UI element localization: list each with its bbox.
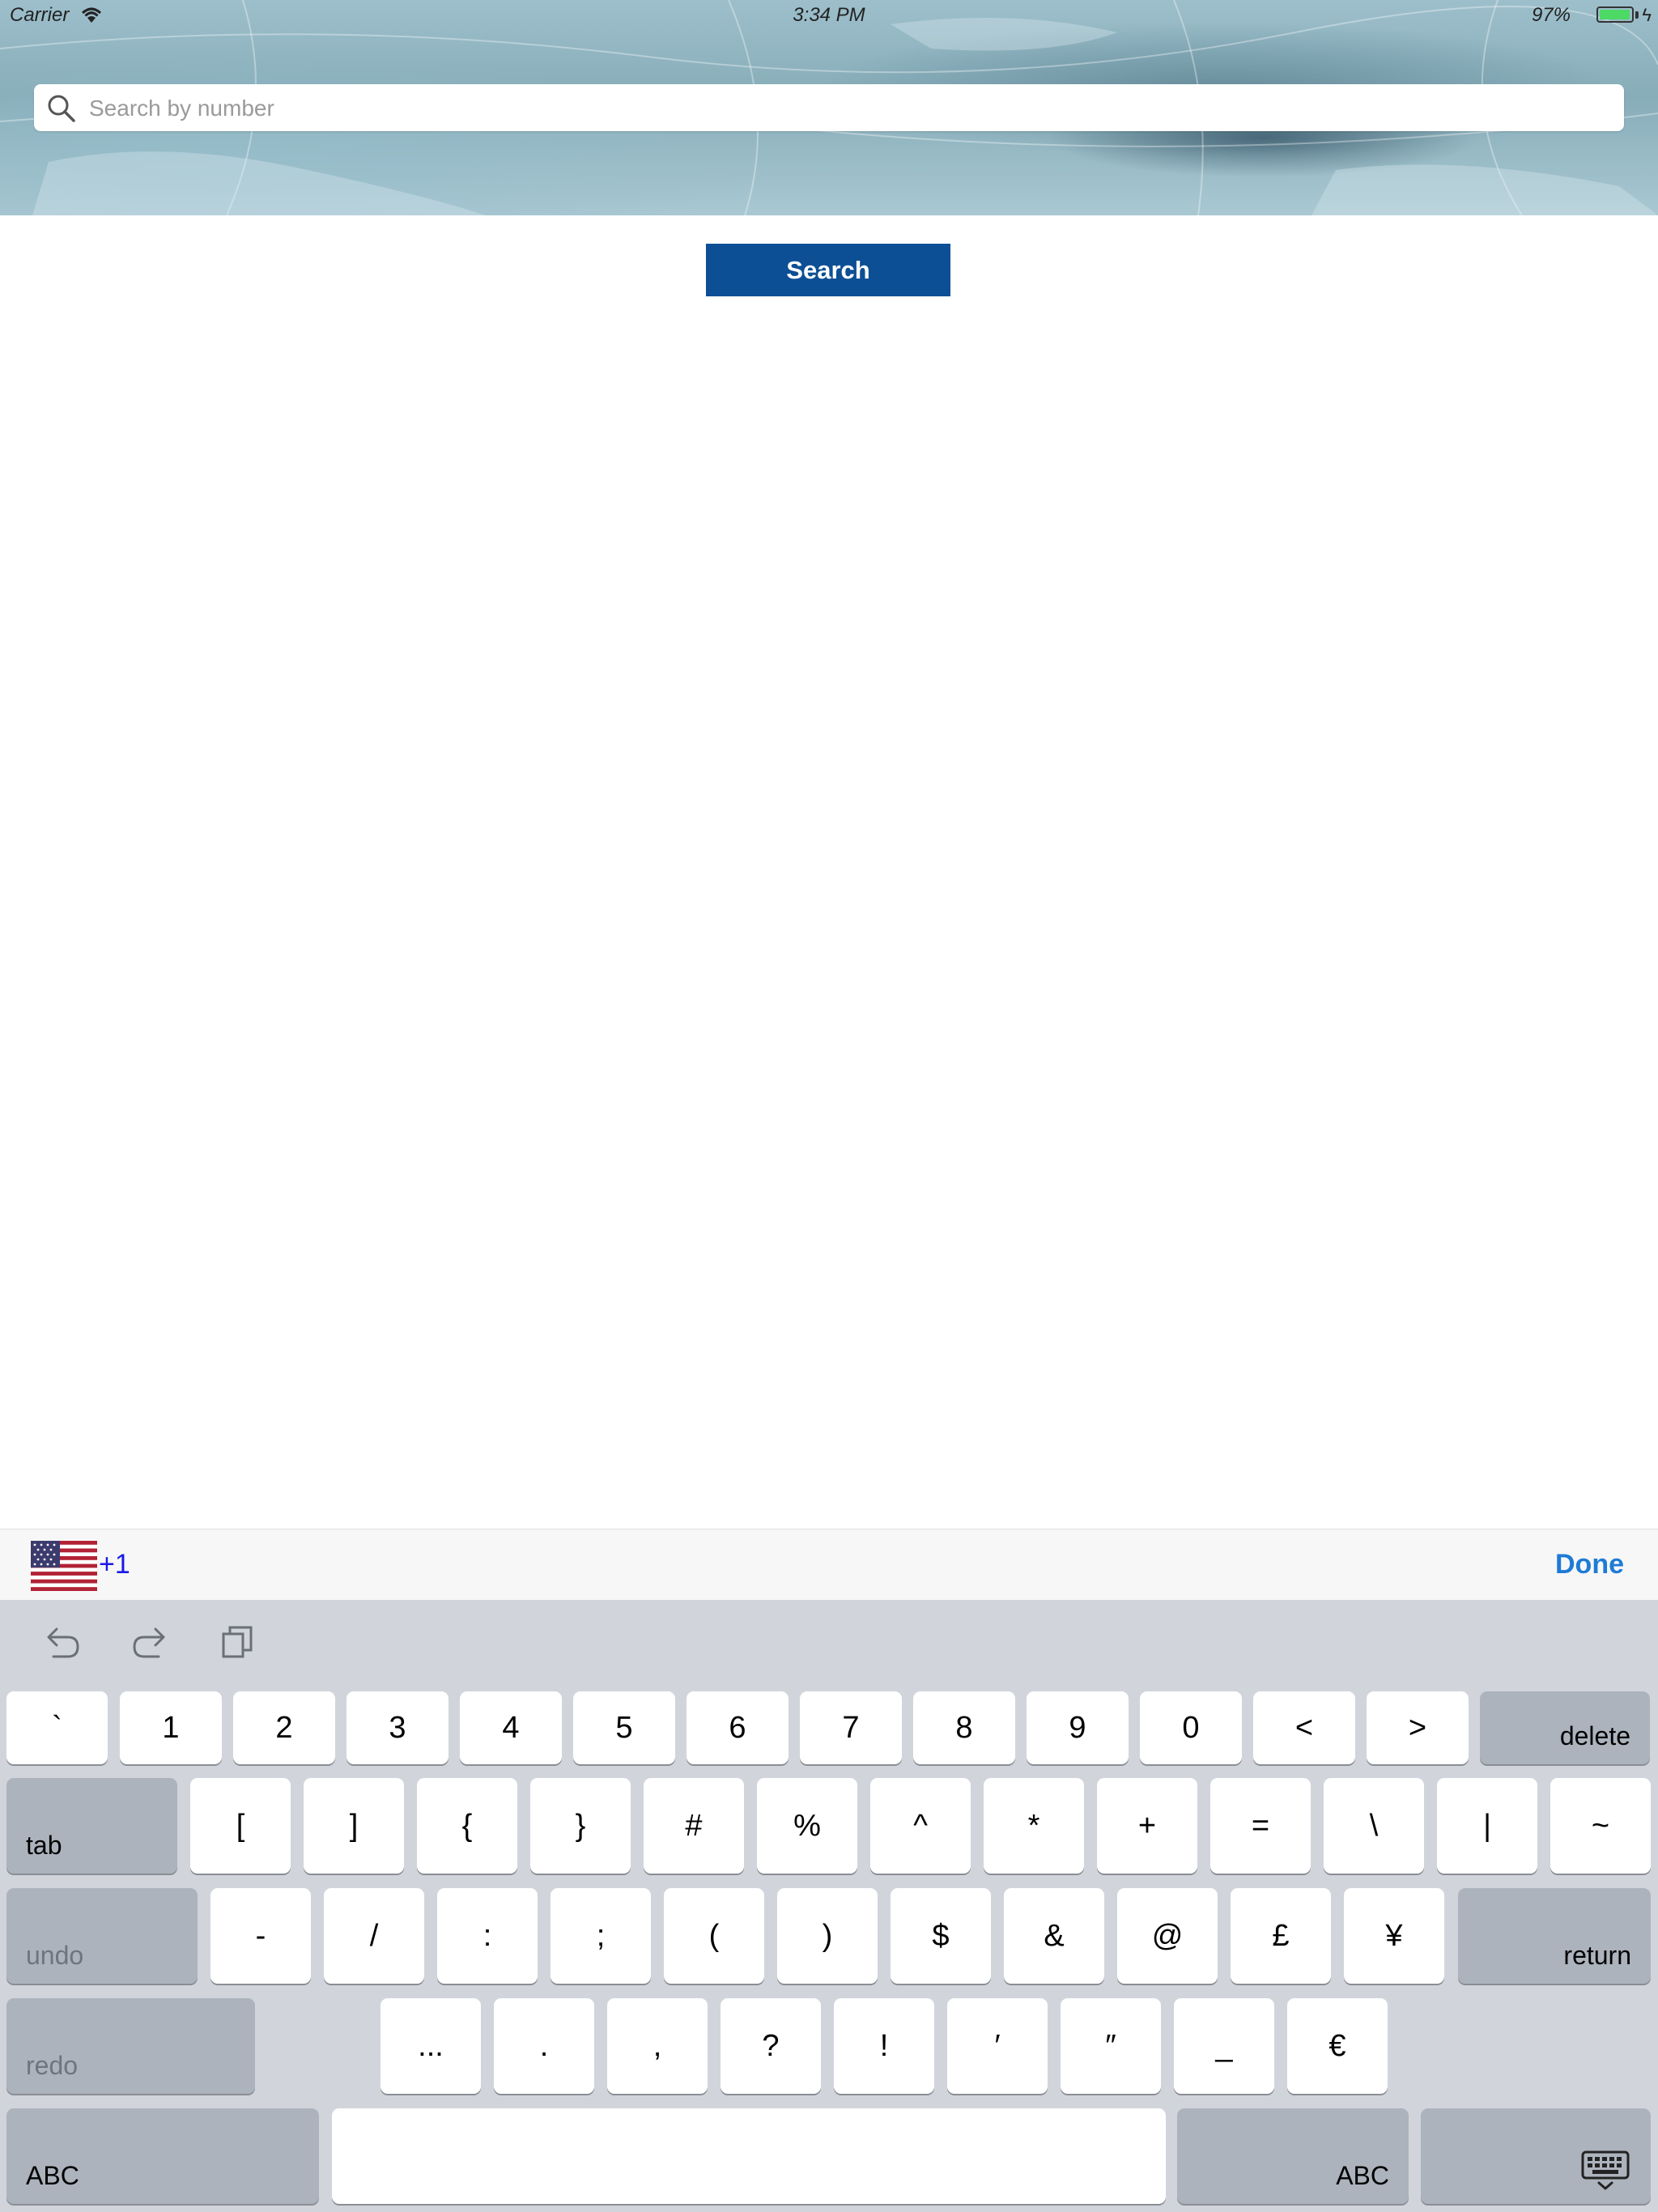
key[interactable]: -: [210, 1888, 311, 1984]
abc-key-label: ABC: [26, 2161, 79, 2190]
delete-key-label: delete: [1559, 1721, 1630, 1750]
abc-key-left[interactable]: ABC: [6, 2108, 319, 2204]
return-key[interactable]: return: [1458, 1888, 1651, 1984]
key[interactable]: ?: [721, 1998, 821, 2094]
key[interactable]: ~: [1550, 1778, 1651, 1874]
keyboard-shortcut-bar: [0, 1600, 1658, 1684]
key[interactable]: ]: [304, 1778, 404, 1874]
keyboard-accessory-bar: +1 Done: [0, 1529, 1658, 1601]
key[interactable]: ,: [607, 1998, 708, 2094]
key[interactable]: *: [984, 1778, 1084, 1874]
battery-icon: [1596, 6, 1634, 23]
key[interactable]: [: [190, 1778, 291, 1874]
us-flag-icon[interactable]: [31, 1541, 97, 1591]
key[interactable]: $: [891, 1888, 991, 1984]
key[interactable]: 1: [120, 1691, 222, 1764]
key[interactable]: 0: [1140, 1691, 1242, 1764]
key[interactable]: #: [644, 1778, 744, 1874]
charging-icon: ϟ: [1642, 5, 1652, 25]
key[interactable]: =: [1210, 1778, 1311, 1874]
redo-key[interactable]: redo: [6, 1998, 255, 2094]
key[interactable]: ′: [947, 1998, 1048, 2094]
key[interactable]: 7: [800, 1691, 902, 1764]
dismiss-keyboard-key[interactable]: [1421, 2108, 1651, 2204]
key[interactable]: £: [1231, 1888, 1331, 1984]
search-input[interactable]: [87, 89, 1605, 128]
key[interactable]: @: [1117, 1888, 1218, 1984]
key[interactable]: ″: [1061, 1998, 1161, 2094]
key[interactable]: :: [437, 1888, 538, 1984]
key[interactable]: (: [664, 1888, 764, 1984]
keyboard: ` 1 2 3 4 5 6 7 8 9 0 < > delete tab [ ]…: [0, 1600, 1658, 2212]
key[interactable]: >: [1367, 1691, 1469, 1764]
key[interactable]: €: [1287, 1998, 1388, 2094]
key[interactable]: 3: [346, 1691, 449, 1764]
key[interactable]: }: [530, 1778, 631, 1874]
search-field[interactable]: [34, 84, 1624, 131]
key[interactable]: `: [6, 1691, 108, 1764]
status-bar: Carrier 3:34 PM 97% ϟ: [0, 0, 1658, 32]
battery-percentage: 97%: [1531, 4, 1571, 26]
key[interactable]: \: [1324, 1778, 1424, 1874]
redo-icon[interactable]: [130, 1623, 170, 1660]
abc-key-right[interactable]: ABC: [1177, 2108, 1409, 2204]
key[interactable]: %: [757, 1778, 857, 1874]
key[interactable]: 4: [460, 1691, 562, 1764]
undo-key-label: undo: [26, 1941, 84, 1970]
key[interactable]: ;: [551, 1888, 651, 1984]
done-button[interactable]: Done: [1555, 1549, 1624, 1580]
key[interactable]: ^: [870, 1778, 971, 1874]
key[interactable]: {: [417, 1778, 517, 1874]
redo-key-label: redo: [26, 2051, 79, 2080]
key[interactable]: &: [1004, 1888, 1104, 1984]
tab-key[interactable]: tab: [6, 1778, 177, 1874]
space-key[interactable]: [332, 2108, 1166, 2204]
country-code[interactable]: +1: [99, 1549, 130, 1580]
return-key-label: return: [1563, 1941, 1631, 1970]
key[interactable]: +: [1097, 1778, 1197, 1874]
tab-key-label: tab: [26, 1831, 62, 1860]
key[interactable]: |: [1437, 1778, 1537, 1874]
key[interactable]: <: [1253, 1691, 1355, 1764]
header-banner: Carrier 3:34 PM 97% ϟ: [0, 0, 1658, 215]
keyboard-dismiss-icon: [1581, 2150, 1630, 2190]
status-time: 3:34 PM: [793, 4, 865, 26]
paste-icon[interactable]: [220, 1623, 256, 1660]
abc-key-label: ABC: [1336, 2161, 1389, 2190]
key[interactable]: 2: [233, 1691, 335, 1764]
delete-key[interactable]: delete: [1480, 1691, 1650, 1764]
key[interactable]: !: [834, 1998, 934, 2094]
search-button[interactable]: Search: [706, 244, 950, 296]
key[interactable]: ¥: [1344, 1888, 1444, 1984]
search-icon: [48, 95, 75, 122]
key[interactable]: ): [777, 1888, 878, 1984]
undo-icon[interactable]: [42, 1623, 83, 1660]
key[interactable]: ...: [380, 1998, 481, 2094]
key[interactable]: .: [494, 1998, 594, 2094]
key[interactable]: /: [324, 1888, 424, 1984]
key[interactable]: 6: [687, 1691, 789, 1764]
battery-cap: [1635, 11, 1639, 19]
key[interactable]: _: [1174, 1998, 1274, 2094]
undo-key[interactable]: undo: [6, 1888, 198, 1984]
key[interactable]: 9: [1027, 1691, 1129, 1764]
key[interactable]: 5: [573, 1691, 675, 1764]
key[interactable]: 8: [913, 1691, 1015, 1764]
